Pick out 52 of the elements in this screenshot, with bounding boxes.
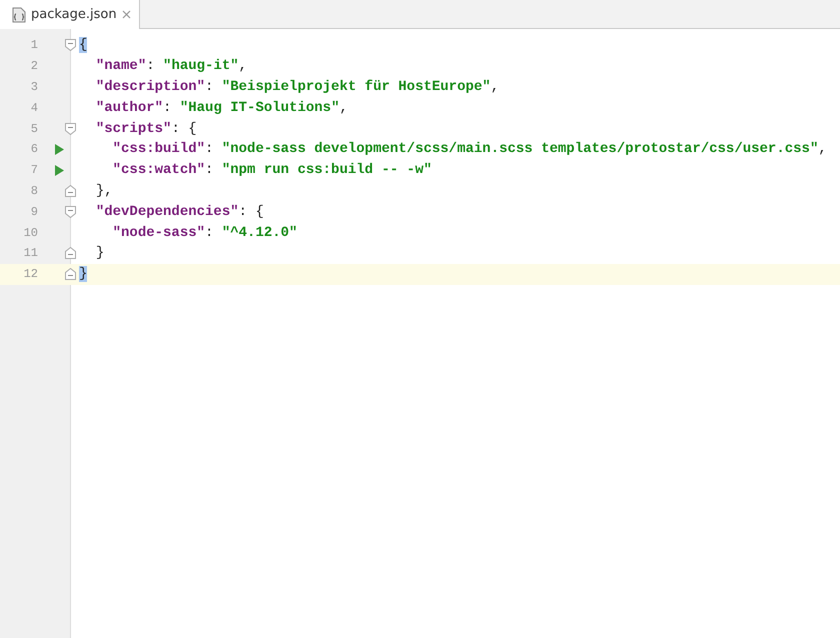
json-string: "haug-it" (163, 58, 239, 74)
json-key: "scripts" (96, 120, 172, 137)
line-number: 9 (30, 204, 38, 219)
json-punctuation: , (818, 141, 827, 158)
json-punctuation: }, (96, 182, 113, 199)
json-punctuation: : (205, 78, 214, 95)
line-number: 3 (30, 80, 38, 94)
json-punctuation: } (96, 245, 104, 262)
fold-icon[interactable] (65, 122, 76, 135)
json-key: "css:build" (112, 141, 206, 158)
json-punctuation: : (205, 224, 214, 241)
json-string: "Haug IT-Solutions" (180, 100, 340, 116)
json-key: "css:watch" (112, 162, 206, 178)
json-key: "author" (96, 100, 164, 116)
line-number: 7 (30, 163, 38, 178)
line-number: 2 (30, 59, 38, 74)
line-number: 1 (30, 38, 38, 52)
line-number: 6 (30, 142, 38, 156)
json-punctuation: : (146, 58, 156, 74)
json-brace: { (79, 37, 88, 54)
run-icon[interactable] (54, 164, 64, 176)
json-brace: } (79, 266, 88, 282)
json-key: "description" (96, 78, 206, 95)
line-number: 10 (24, 226, 38, 240)
json-key: "name" (96, 58, 146, 74)
fold-icon[interactable] (65, 206, 76, 218)
run-icon[interactable] (54, 144, 64, 155)
json-key: "devDependencies" (96, 204, 239, 220)
json-punctuation: , (339, 100, 348, 116)
json-punctuation: : (205, 141, 214, 158)
line-number: 5 (30, 122, 38, 136)
fold-icon[interactable] (65, 39, 76, 52)
line-number: 12 (24, 267, 38, 282)
json-string: "npm run css:build -- -w" (222, 162, 432, 178)
json-key: "node-sass" (112, 224, 206, 241)
json-string: "^4.12.0" (222, 224, 298, 241)
json-punctuation: , (490, 78, 500, 95)
line-number: 11 (24, 246, 38, 260)
json-punctuation: : (205, 162, 214, 178)
json-string: "node-sass development/scss/main.scss templates/protostar/css/user.css" (222, 141, 818, 158)
json-file-icon (12, 6, 26, 22)
fold-icon[interactable] (65, 247, 76, 260)
json-punctuation: : { (171, 120, 197, 137)
json-punctuation: : { (238, 204, 264, 220)
editor-tab[interactable]: package.json (0, 0, 140, 29)
json-punctuation: , (238, 58, 248, 74)
json-string: "Beispielprojekt für HostEurope" (222, 78, 491, 95)
line-number: 4 (30, 100, 38, 115)
fold-icon[interactable] (65, 268, 76, 280)
line-number: 8 (30, 184, 38, 198)
json-punctuation: : (163, 100, 172, 116)
close-icon[interactable] (122, 10, 131, 19)
